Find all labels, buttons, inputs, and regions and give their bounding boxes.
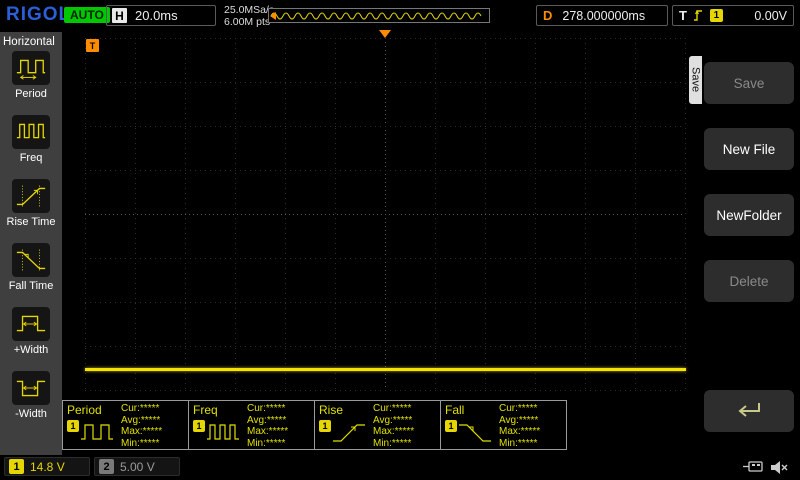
channel1-trace — [85, 368, 686, 371]
delay-readout: D 278.000000ms — [536, 5, 668, 26]
new-folder-button[interactable]: NewFolder — [704, 194, 794, 236]
sidebar-item-freq[interactable]: Freq — [0, 115, 62, 179]
measurement-freq: Freq 1 Cur:***** Avg:***** Max:***** Min… — [188, 400, 315, 450]
trigger-source-badge: 1 — [709, 9, 723, 22]
preview-waveform — [270, 12, 482, 20]
delay-icon: D — [543, 8, 553, 23]
sidebar-item-rise-time[interactable]: Rise Time — [0, 179, 62, 243]
timebase-value: 20.0ms — [135, 8, 178, 23]
channel-2-indicator[interactable]: 2 5.00 V — [94, 457, 180, 476]
graticule: T — [85, 30, 686, 391]
usb-icon — [742, 460, 764, 478]
measure-sidebar: Horizontal Period Freq Rise Time Fall Ti… — [0, 32, 62, 455]
memory-depth: 6.00M pts — [224, 16, 271, 28]
preview-window-marker — [270, 12, 276, 20]
top-status-bar: RIGOL AUTO H 20.0ms 25.0MSa/s 6.00M pts … — [0, 0, 800, 32]
channel-1-indicator[interactable]: 1 14.8 V — [4, 457, 90, 476]
bottom-status-bar: 1 14.8 V 2 5.00 V — [0, 455, 800, 480]
measurement-values: Cur:***** Avg:***** Max:***** Min:***** — [121, 403, 163, 449]
measurement-values: Cur:***** Avg:***** Max:***** Min:***** — [247, 403, 289, 449]
rigol-logo: RIGOL — [6, 4, 72, 25]
pos-width-icon — [12, 307, 50, 341]
sample-rate: 25.0MSa/s — [224, 4, 275, 16]
period-icon — [12, 51, 50, 85]
sidebar-item-label: +Width — [13, 344, 49, 356]
sidebar-item-label: Rise Time — [6, 216, 56, 228]
rise-icon — [332, 420, 366, 451]
measurement-values: Cur:***** Avg:***** Max:***** Min:***** — [499, 403, 541, 449]
grid-lines — [85, 38, 686, 391]
period-icon — [80, 420, 114, 451]
sidebar-item-label: -Width — [15, 408, 47, 420]
channel-badge: 1 — [445, 420, 457, 432]
measurement-rise: Rise 1 Cur:***** Avg:***** Max:***** Min… — [314, 400, 441, 450]
sidebar-item-period[interactable]: Period — [0, 51, 62, 115]
waveform-memory-preview — [268, 8, 490, 23]
speaker-mute-icon — [770, 460, 789, 480]
measurement-fall: Fall 1 Cur:***** Avg:***** Max:***** Min… — [440, 400, 567, 450]
trigger-position-marker[interactable] — [379, 30, 391, 38]
trigger-label: T — [679, 8, 687, 23]
channel-badge: 1 — [319, 420, 331, 432]
horizontal-icon: H — [112, 8, 127, 23]
sidebar-item-fall-time[interactable]: Fall Time — [0, 243, 62, 307]
channel-badge: 1 — [67, 420, 79, 432]
rise-time-icon — [12, 179, 50, 213]
channel-2-badge: 2 — [99, 459, 114, 474]
return-arrow-icon — [738, 403, 760, 417]
save-button[interactable]: Save — [704, 62, 794, 104]
fall-time-icon — [12, 243, 50, 277]
delay-value: 278.000000ms — [562, 8, 646, 23]
menu-tab-save: Save — [689, 56, 702, 104]
channel-badge: 1 — [193, 420, 205, 432]
sidebar-item-pos-width[interactable]: +Width — [0, 307, 62, 371]
measurement-name: Period — [67, 403, 102, 417]
channel-1-scale: 14.8 V — [30, 459, 65, 474]
delete-button[interactable]: Delete — [704, 260, 794, 302]
measurement-period: Period 1 Cur:***** Avg:***** Max:***** M… — [62, 400, 189, 450]
measurement-results-row: Period 1 Cur:***** Avg:***** Max:***** M… — [62, 400, 567, 450]
sidebar-item-label: Fall Time — [8, 280, 54, 292]
fall-icon — [458, 420, 492, 451]
neg-width-icon — [12, 371, 50, 405]
sample-rate-readout: 25.0MSa/s 6.00M pts — [224, 4, 274, 28]
back-button[interactable] — [704, 390, 794, 432]
new-file-button[interactable]: New File — [704, 128, 794, 170]
channel-2-scale: 5.00 V — [120, 459, 155, 474]
measurement-name: Fall — [445, 403, 465, 417]
sidebar-title: Horizontal — [3, 36, 55, 48]
channel-1-badge: 1 — [9, 459, 24, 474]
trigger-level-value: 0.00V — [754, 8, 787, 23]
horizontal-timebase-readout: H 20.0ms — [106, 5, 216, 26]
measurement-name: Freq — [193, 403, 218, 417]
acquisition-status-badge: AUTO — [64, 7, 110, 23]
trigger-readout: T 1 0.00V — [672, 5, 794, 26]
freq-icon — [12, 115, 50, 149]
trigger-edge-icon — [693, 9, 702, 21]
trigger-time-marker: T — [86, 39, 99, 52]
sidebar-item-label: Freq — [19, 152, 43, 164]
measurement-values: Cur:***** Avg:***** Max:***** Min:***** — [373, 403, 415, 449]
sidebar-item-label: Period — [15, 88, 47, 100]
sidebar-item-neg-width[interactable]: -Width — [0, 371, 62, 435]
measurement-name: Rise — [319, 403, 344, 417]
freq-icon — [206, 420, 240, 451]
